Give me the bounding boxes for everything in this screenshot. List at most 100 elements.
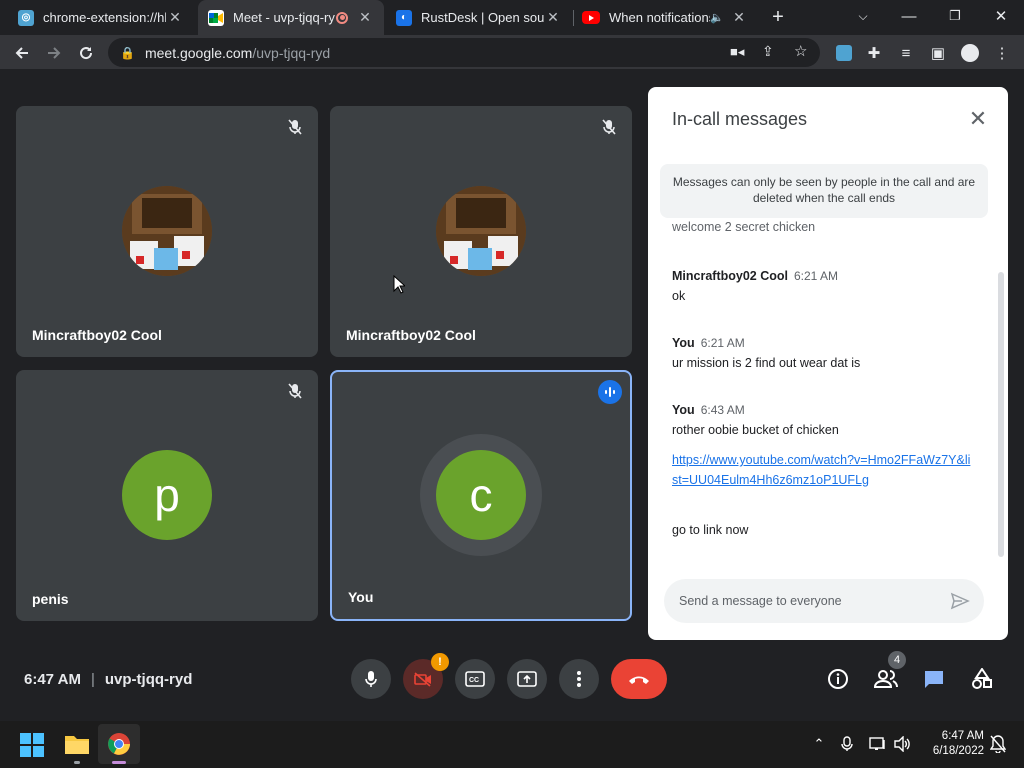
message-text: ur mission is 2 find out wear dat is [672, 356, 861, 370]
tab-youtube[interactable]: When notifications 🔈 ✕ [572, 0, 758, 35]
url-host: meet.google.com [144, 44, 253, 61]
chat-icon [925, 671, 943, 688]
profile-avatar-icon[interactable] [958, 41, 982, 65]
participant-tile[interactable]: Mincraftboy02 Cool [16, 106, 318, 357]
camera-in-use-icon[interactable]: ■◂ [730, 44, 744, 60]
url-path: /uvp-tjqq-ryd [252, 44, 331, 61]
participant-name: penis [32, 591, 69, 607]
chrome-menu-icon[interactable]: ⋮ [990, 41, 1014, 65]
present-screen-button[interactable] [507, 659, 547, 699]
participant-tile[interactable]: p penis [16, 370, 318, 621]
meeting-details-button[interactable] [824, 665, 852, 693]
back-button[interactable] [10, 41, 34, 65]
browser-toolbar: 🔒 meet.google.com/uvp-tjqq-ryd ■◂ ⇪ ☆ ✚ … [0, 35, 1024, 70]
extensions-puzzle-icon[interactable]: ✚ [862, 41, 886, 65]
svg-text:CC: CC [469, 677, 479, 684]
taskbar-clock[interactable]: 6:47 AM 6/18/2022 [933, 729, 984, 759]
tab-title: Meet - uvp-tjqq-ry [233, 10, 335, 25]
taskbar-running-indicator [74, 761, 80, 764]
meeting-code: uvp-tjqq-ryd [104, 671, 193, 688]
message-sender: Mincraftboy02 Cool 6:21 AM [672, 269, 839, 283]
close-tab-icon[interactable]: ✕ [166, 9, 184, 26]
people-button[interactable]: 4 [872, 651, 906, 693]
tab-strip: ◎ chrome-extension://hh ✕ Meet - uvp-tjq… [0, 0, 1024, 35]
network-icon[interactable] [868, 733, 888, 755]
mouse-cursor-icon [393, 274, 407, 299]
speaking-indicator-icon [598, 380, 622, 404]
camera-button[interactable]: ! [403, 653, 449, 699]
minimize-button[interactable]: — [886, 0, 932, 32]
participant-avatar: p [122, 450, 212, 540]
message-input[interactable]: Send a message to everyone [664, 579, 984, 623]
new-tab-button[interactable]: + [766, 5, 790, 29]
back-arrow-icon [15, 47, 28, 59]
participant-avatar [122, 186, 212, 276]
share-icon[interactable]: ⇪ [762, 43, 774, 60]
message-text: go to link now [672, 523, 749, 537]
camera-warning-badge: ! [431, 653, 449, 671]
notifications-icon[interactable] [988, 733, 1008, 755]
tab-search-icon[interactable]: ⌵ [840, 0, 886, 32]
activities-button[interactable] [968, 665, 996, 693]
send-icon[interactable] [950, 591, 970, 611]
forward-arrow-icon [48, 47, 61, 59]
message-sender: You 6:43 AM [672, 403, 745, 417]
microphone-tray-icon[interactable] [838, 733, 856, 755]
message-sender: You 6:21 AM [672, 336, 745, 350]
file-explorer-icon[interactable] [64, 733, 90, 760]
shapes-icon [972, 668, 992, 689]
divider: | [90, 671, 95, 688]
chat-button[interactable] [920, 665, 948, 693]
message-link[interactable]: https://www.youtube.com/watch?v=Hmo2FFaW… [672, 450, 972, 490]
audio-playing-icon: 🔈 [710, 12, 724, 24]
taskbar-active-indicator [112, 761, 126, 764]
lock-icon[interactable]: 🔒 [120, 46, 135, 60]
self-avatar: c [436, 450, 526, 540]
close-tab-icon[interactable]: ✕ [730, 9, 748, 26]
clock-date: 6/18/2022 [932, 745, 984, 757]
windows-start-icon[interactable] [20, 733, 44, 762]
message-placeholder: Send a message to everyone [679, 594, 842, 608]
message-text: welcome 2 secret chicken [672, 220, 816, 234]
media-control-icon[interactable]: ≡ [894, 41, 918, 65]
info-icon [828, 669, 848, 689]
close-window-button[interactable]: ✕ [978, 0, 1024, 32]
more-vert-icon [577, 671, 581, 687]
message-text: rother oobie bucket of chicken [672, 423, 839, 437]
leave-call-button[interactable] [611, 659, 667, 699]
participant-tile[interactable]: Mincraftboy02 Cool [330, 106, 632, 357]
show-hidden-icons-icon[interactable]: ⌃ [810, 733, 828, 755]
close-tab-icon[interactable]: ✕ [356, 9, 374, 26]
volume-icon[interactable] [892, 733, 912, 755]
reload-button[interactable] [74, 41, 98, 65]
mic-off-icon [284, 380, 306, 402]
mic-off-icon [598, 116, 620, 138]
tab-rustdesk[interactable]: ◐ RustDesk | Open sourc ✕ [386, 0, 572, 35]
microphone-button[interactable] [351, 659, 391, 699]
self-tile[interactable]: c You [330, 370, 632, 621]
extension-pinned-icon[interactable] [832, 41, 856, 65]
bookmark-star-icon[interactable]: ☆ [794, 42, 807, 60]
chrome-taskbar-button[interactable] [98, 724, 140, 764]
restore-button[interactable]: ❐ [932, 0, 978, 32]
reload-icon [80, 47, 93, 60]
close-panel-button[interactable]: ✕ [966, 106, 990, 131]
hang-up-icon [629, 676, 649, 684]
more-options-button[interactable] [559, 659, 599, 699]
message-time: 6:21 AM [794, 269, 839, 283]
mic-off-icon [284, 116, 306, 138]
rustdesk-icon: ◐ [396, 9, 412, 26]
side-panel-icon[interactable]: ▣ [926, 41, 950, 65]
tab-meet[interactable]: Meet - uvp-tjqq-ry ✕ [198, 0, 384, 35]
people-icon [874, 670, 898, 688]
address-bar[interactable]: 🔒 meet.google.com/uvp-tjqq-ryd ■◂ ⇪ ☆ [108, 38, 820, 67]
captions-button[interactable]: CC [455, 659, 495, 699]
chat-scrollbar[interactable] [998, 272, 1004, 557]
close-tab-icon[interactable]: ✕ [544, 9, 562, 26]
recording-icon [336, 11, 348, 24]
microphone-icon [365, 671, 377, 687]
forward-button[interactable] [42, 41, 66, 65]
tab-extension[interactable]: ◎ chrome-extension://hh ✕ [8, 0, 194, 35]
windows-taskbar: ⌃ 6:47 AM 6/18/2022 [0, 721, 1024, 768]
tab-title: RustDesk | Open sourc [421, 10, 544, 25]
